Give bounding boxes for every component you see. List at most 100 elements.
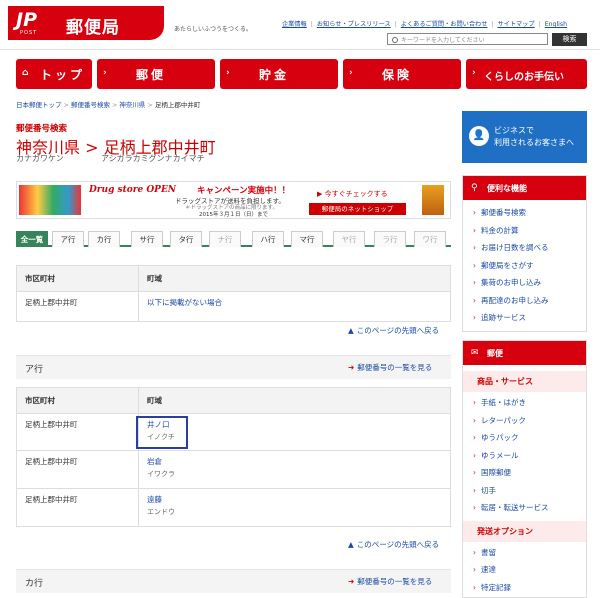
product-item[interactable]: › レターパック [473,412,586,430]
play-icon: ▶ [317,190,323,198]
nav-insurance-label: 保険 [382,68,413,82]
tool-link[interactable]: 郵便局をさがす [481,261,534,270]
tool-link[interactable]: 料金の計算 [481,226,519,235]
mail-panel: ✉ 郵便 商品・サービス › 手紙・はがき › レターパック › ゆうパック › ゆうメー… [462,340,587,598]
tab-ta[interactable]: タ行 [170,231,202,247]
nav-mail-label: 郵便 [136,68,167,82]
tool-item[interactable]: › 追跡サービス [473,309,586,327]
tab-wa: ワ行 [414,231,446,247]
breadcrumb-home[interactable]: 日本郵便トップ [16,101,62,109]
section-ka-title: カ行 [25,579,44,589]
chevron-right-icon: › [473,565,476,574]
tab-a[interactable]: ア行 [52,231,84,247]
tool-link[interactable]: 郵便番号検索 [481,208,526,217]
kana-tabs: 全一覧 ア行 カ行 サ行 タ行 ナ行 ハ行 マ行 ヤ行 ラ行 ワ行 [16,231,451,247]
town-kana: イワクラ [147,470,175,478]
option-link[interactable]: 書留 [481,548,496,557]
product-link[interactable]: 国際郵便 [481,468,511,477]
product-link[interactable]: 転居・転送サービス [481,503,549,512]
tool-link[interactable]: お届け日数を調べる [481,243,549,252]
product-item[interactable]: › 切手 [473,482,586,500]
town-link[interactable]: 以下に掲載がない場合 [147,298,222,307]
breadcrumb-current: 足柄上郡中井町 [154,101,201,109]
option-item[interactable]: › 特定記録 [473,579,586,597]
banner-check-link[interactable]: ▶ 今すぐチェックする [317,189,388,199]
chevron-right-icon: › [472,68,476,78]
promo-banner[interactable]: Drug store OPEN キャンペーン実施中！！ ドラッグストアが送料を負… [16,181,451,219]
back-to-top-link[interactable]: ▲ このページの先頭へ戻る [348,325,439,336]
section-a-list-text[interactable]: 郵便番号の一覧を見る [357,363,432,372]
link-english[interactable]: English [545,21,567,28]
tool-item[interactable]: › お届け日数を調べる [473,239,586,257]
chevron-right-icon: › [473,485,476,495]
tab-all[interactable]: 全一覧 [16,231,48,247]
chevron-right-icon: › [473,260,476,270]
section-ka-list-text[interactable]: 郵便番号の一覧を見る [357,577,432,586]
chevron-right-icon: › [473,503,476,512]
chevron-right-icon: › [473,547,476,557]
tools-title: 便利な機能 [487,184,527,193]
town-link[interactable]: 遠藤 [147,495,162,504]
product-item[interactable]: › 国際郵便 [473,464,586,482]
tool-item[interactable]: › 料金の計算 [473,222,586,240]
nav-top[interactable]: ⌂ トップ [16,59,92,89]
product-item[interactable]: › 手紙・はがき [473,394,586,412]
option-item[interactable]: › 速達 [473,561,586,579]
table-header-row: 市区町村 町域 [16,265,451,292]
product-link[interactable]: ゆうメール [481,451,519,460]
town-link[interactable]: 岩倉 [147,457,162,466]
city-cell: 足柄上郡中井町 [16,291,139,322]
nav-insurance[interactable]: › 保険 [343,59,461,89]
tab-ma[interactable]: マ行 [291,231,323,247]
section-a-list-link[interactable]: ➜ 郵便番号の一覧を見る [348,362,432,373]
link-sitemap[interactable]: サイトマップ [497,21,534,28]
tab-ka[interactable]: カ行 [88,231,120,247]
nav-life[interactable]: › くらしのお手伝い [466,59,587,89]
city-cell: 足柄上郡中井町 [16,413,139,451]
search-input[interactable]: キーワードを入力してください [387,33,548,45]
section-ka-list-link[interactable]: ➜ 郵便番号の一覧を見る [348,576,432,587]
product-link[interactable]: ゆうパック [481,433,519,442]
product-item[interactable]: › 転居・転送サービス [473,499,586,517]
breadcrumb-pref[interactable]: 神奈川県 [119,101,145,109]
tool-link[interactable]: 再配達のお申し込み [481,296,549,305]
tool-item[interactable]: › 再配達のお申し込み [473,292,586,310]
link-press[interactable]: お知らせ・プレスリリース [317,21,391,28]
link-faq[interactable]: よくあるご質問・お問い合わせ [401,21,488,28]
logo-post: POST [20,30,38,36]
tool-item[interactable]: › 郵便局をさがす [473,257,586,275]
nav-mail[interactable]: › 郵便 [97,59,215,89]
option-link[interactable]: 速達 [481,565,496,574]
banner-check-text: 今すぐチェックする [324,190,388,198]
option-item[interactable]: › 書留 [473,544,586,562]
banner-shop-button[interactable]: 郵便局のネットショップ [309,203,406,215]
product-item[interactable]: › ゆうパック [473,429,586,447]
link-corporate[interactable]: 企業情報 [282,21,307,28]
tab-sa[interactable]: サ行 [131,231,163,247]
tool-item[interactable]: › 集荷のお申し込み [473,274,586,292]
town-cell: 岩倉 イワクラ [138,450,451,489]
back-to-top-link[interactable]: ▲ このページの先頭へ戻る [348,539,439,550]
nav-savings[interactable]: › 貯金 [220,59,338,89]
city-kana: アシガラカミグンナカイマチ [101,154,205,163]
product-item[interactable]: › ゆうメール [473,447,586,465]
back-to-top-text[interactable]: このページの先頭へ戻る [357,540,439,549]
product-link[interactable]: レターパック [481,416,526,425]
tool-item[interactable]: › 郵便番号検索 [473,204,586,222]
product-link[interactable]: 切手 [481,486,496,495]
jp-post-logo[interactable]: JP POST 郵便局 [8,6,164,40]
title-separator: > [85,138,99,157]
tab-ha[interactable]: ハ行 [252,231,284,247]
selection-highlight [136,416,188,449]
business-banner[interactable]: 👤 ビジネスで 利用されるお客さまへ [462,111,587,163]
option-link[interactable]: 特定記録 [481,583,511,592]
chevron-right-icon: › [473,295,476,305]
search-button[interactable]: 検索 [552,33,587,46]
tool-link[interactable]: 集荷のお申し込み [481,278,541,287]
breadcrumb-zip-search[interactable]: 郵便番号検索 [71,101,110,109]
tools-panel: ⚲ 便利な機能 › 郵便番号検索 › 料金の計算 › お届け日数を調べる › 郵便局をさが… [462,175,587,332]
back-to-top-text[interactable]: このページの先頭へ戻る [357,326,439,335]
product-link[interactable]: 手紙・はがき [481,398,526,407]
tool-link[interactable]: 追跡サービス [481,313,526,322]
search-placeholder: キーワードを入力してください [401,37,485,44]
